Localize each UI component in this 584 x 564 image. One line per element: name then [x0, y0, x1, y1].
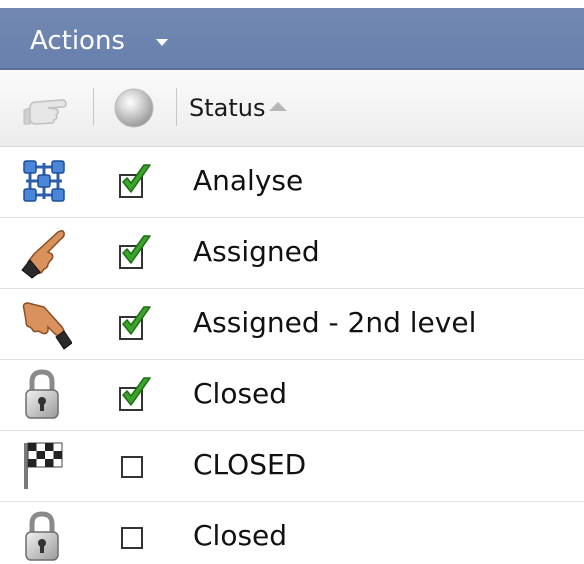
unchecked-checkbox[interactable]: [114, 516, 154, 556]
table-row[interactable]: Assigned: [0, 218, 584, 289]
network-nodes-icon: [18, 155, 72, 209]
padlock-icon: [18, 368, 72, 422]
table-row[interactable]: Assigned - 2nd level: [0, 289, 584, 360]
table-row[interactable]: Closed: [0, 502, 584, 564]
pointing-hand-down-icon: [18, 297, 72, 351]
checkered-flag-icon: [18, 439, 72, 493]
gray-sphere-icon: [114, 88, 154, 128]
top-strip: [0, 0, 584, 8]
padlock-icon: [18, 510, 72, 564]
header-separator: [93, 88, 94, 126]
status-label: Closed: [193, 377, 288, 410]
status-label: CLOSED: [193, 448, 307, 481]
status-header-label: Status: [189, 94, 266, 122]
checked-checkbox[interactable]: [114, 303, 154, 343]
actions-menu-button[interactable]: Actions: [0, 8, 584, 70]
actions-label: Actions: [30, 26, 125, 56]
column-header-enabled[interactable]: [100, 70, 168, 146]
hand-pointer-icon: [23, 99, 67, 125]
column-header-type[interactable]: [18, 70, 84, 146]
header-separator: [176, 88, 177, 126]
chevron-down-icon: [156, 39, 168, 46]
checked-checkbox[interactable]: [114, 374, 154, 414]
status-label: Closed: [193, 519, 288, 552]
status-label: Analyse: [193, 164, 304, 197]
unchecked-checkbox[interactable]: [114, 445, 154, 485]
pointing-hand-icon: [18, 226, 72, 280]
checked-checkbox[interactable]: [114, 161, 154, 201]
status-grid-panel: Actions Status Analyse Assigned Assigned…: [0, 0, 584, 564]
table-row[interactable]: Closed: [0, 360, 584, 431]
checked-checkbox[interactable]: [114, 232, 154, 272]
status-label: Assigned: [193, 235, 320, 268]
sort-ascending-icon: [269, 101, 288, 111]
status-label: Assigned - 2nd level: [193, 306, 477, 339]
table-row[interactable]: CLOSED: [0, 431, 584, 502]
table-row[interactable]: Analyse: [0, 147, 584, 218]
grid-header: Status: [0, 70, 584, 147]
column-header-status[interactable]: Status: [189, 88, 288, 128]
